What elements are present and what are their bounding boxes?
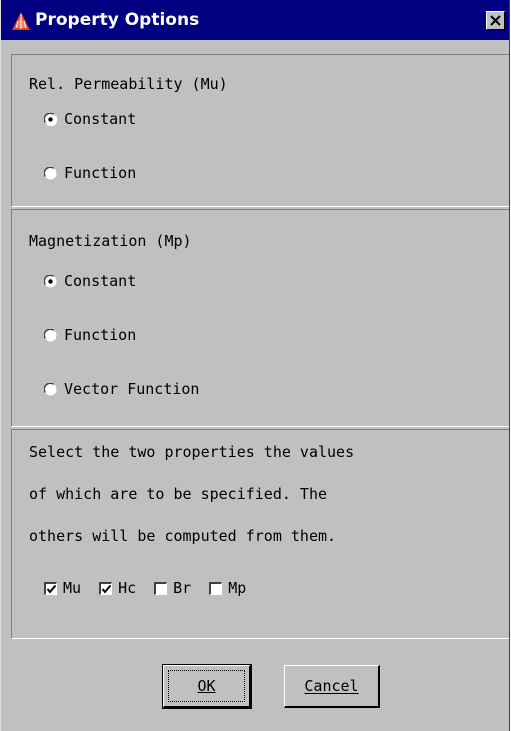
description-line-3: others will be computed from them. — [29, 527, 337, 545]
radio-selected-icon — [44, 274, 57, 288]
radio-unselected-icon — [44, 382, 57, 396]
magnetization-group: Magnetization (Mp) Constant Function Vec… — [11, 209, 509, 427]
checkbox-mu-label: Mu — [63, 579, 82, 597]
magnetization-heading: Magnetization (Mp) — [29, 232, 192, 250]
property-selection-group: Select the two properties the values of … — [11, 429, 509, 639]
ok-button[interactable]: OK — [162, 664, 252, 709]
radio-unselected-icon — [44, 328, 57, 342]
description-line-2: of which are to be specified. The — [29, 485, 328, 503]
checkbox-checked-icon — [44, 581, 57, 595]
checkbox-br-label: Br — [173, 579, 192, 597]
checkbox-unchecked-icon — [154, 581, 168, 595]
magnetization-function-radio[interactable]: Function — [44, 325, 136, 345]
app-triangle-icon — [11, 11, 31, 31]
radio-unselected-icon — [44, 166, 57, 180]
checkbox-checked-icon — [99, 581, 113, 595]
magnetization-constant-radio[interactable]: Constant — [44, 271, 136, 291]
permeability-group: Rel. Permeability (Mu) Constant Function — [11, 54, 509, 207]
magnetization-constant-label: Constant — [64, 272, 137, 290]
magnetization-function-label: Function — [64, 326, 137, 344]
checkbox-mu[interactable]: Mu — [44, 579, 81, 597]
close-button[interactable] — [486, 11, 505, 30]
magnetization-vector-function-radio[interactable]: Vector Function — [44, 379, 199, 399]
close-icon — [490, 15, 501, 26]
focus-rectangle — [168, 670, 245, 702]
property-options-dialog: Property Options Rel. Permeability (Mu) … — [0, 0, 510, 731]
cancel-button[interactable]: Cancel — [284, 665, 380, 708]
window-title: Property Options — [35, 10, 200, 30]
checkbox-br[interactable]: Br — [154, 579, 191, 597]
property-checkboxes: Mu Hc Br Mp — [44, 579, 264, 597]
permeability-function-radio[interactable]: Function — [44, 163, 136, 183]
magnetization-vector-function-label: Vector Function — [64, 380, 200, 398]
permeability-constant-label: Constant — [64, 110, 137, 128]
checkbox-mp[interactable]: Mp — [209, 579, 246, 597]
checkbox-hc[interactable]: Hc — [99, 579, 136, 597]
radio-selected-icon — [44, 112, 57, 126]
checkbox-mp-label: Mp — [228, 579, 247, 597]
checkbox-unchecked-icon — [209, 581, 223, 595]
cancel-button-label: Cancel — [304, 677, 359, 695]
description-line-1: Select the two properties the values — [29, 443, 355, 461]
permeability-function-label: Function — [64, 164, 137, 182]
permeability-heading: Rel. Permeability (Mu) — [29, 75, 228, 93]
permeability-constant-radio[interactable]: Constant — [44, 109, 136, 129]
checkbox-hc-label: Hc — [118, 579, 137, 597]
title-bar[interactable]: Property Options — [1, 0, 509, 40]
